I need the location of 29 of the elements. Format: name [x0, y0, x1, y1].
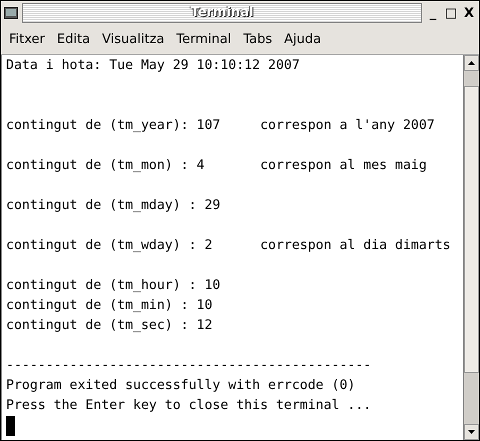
terminal-line: correspon a l'any 2007: [260, 117, 435, 135]
window-control[interactable]: X: [462, 6, 476, 20]
terminal-line: correspon al mes maig: [260, 157, 427, 175]
window-control[interactable]: _: [426, 6, 440, 20]
terminal-icon: [4, 7, 18, 19]
scroll-down-icon[interactable]: [468, 430, 475, 434]
menu-item[interactable]: Fitxer: [3, 32, 51, 47]
window-title: Terminal: [22, 3, 422, 23]
terminal-line: contingut de (tm_year): 107: [6, 117, 222, 135]
terminal-line: correspon al dia dimarts: [260, 237, 451, 255]
menu-item[interactable]: Terminal: [170, 32, 238, 47]
terminal-line: Press the Enter key to close this terminal ...: [6, 397, 372, 415]
menu-item[interactable]: Visualitza: [96, 32, 170, 47]
terminal-line: contingut de (tm_min) : 10: [6, 297, 214, 315]
terminal-line: contingut de (tm_sec) : 12: [6, 317, 214, 335]
terminal-line: contingut de (tm_mday) : 29: [6, 197, 222, 215]
menu-item[interactable]: Edita: [50, 32, 96, 47]
terminal-line: Program exited successfully with errcode (0): [6, 377, 356, 395]
scrollbar[interactable]: [463, 55, 479, 440]
window-control[interactable]: □: [444, 6, 458, 20]
text-cursor: [6, 416, 15, 436]
terminal-line: contingut de (tm_hour) : 10: [6, 277, 222, 295]
menu-item[interactable]: Tabs: [237, 32, 278, 47]
scroll-up-icon[interactable]: [468, 61, 475, 65]
terminal-line: Data i hota: Tue May 29 10:10:12 2007: [6, 57, 300, 75]
terminal-line: contingut de (tm_mon) : 4: [6, 157, 206, 175]
menu-item[interactable]: Ajuda: [278, 32, 328, 47]
terminal-line: ----------------------------------------------: [6, 357, 372, 375]
terminal-line: contingut de (tm_wday) : 2: [6, 237, 214, 255]
